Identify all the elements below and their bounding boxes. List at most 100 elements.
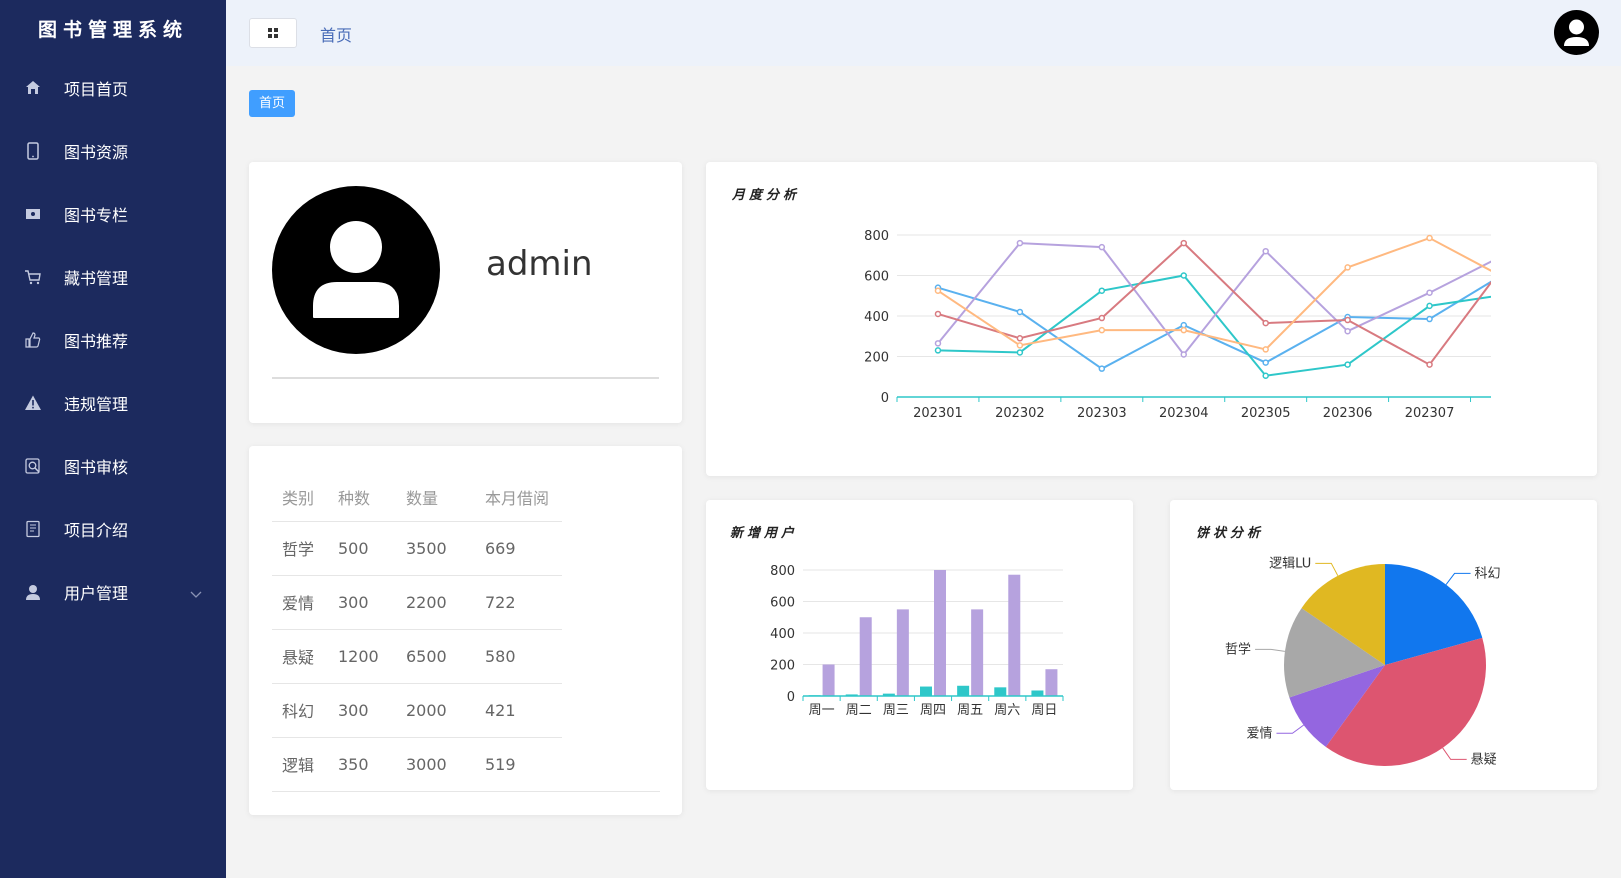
slice-label: 哲学 [1225, 641, 1251, 657]
stats-table: 类别 种数 数量 本月借阅 哲学 500 3500 669 爱情 300 2200 722 悬疑… [272, 473, 562, 791]
x-tick-label: 周五 [957, 703, 983, 718]
sidebar-item-label: 图书审核 [64, 457, 129, 477]
bar [822, 664, 835, 696]
table-cell: 300 [328, 682, 396, 737]
data-point [1262, 359, 1269, 366]
monthly-chart-card: 月度分析 0 200 400 600 800 202301 202302 202303 2023… [706, 162, 1597, 476]
table-header-row: 类别 种数 数量 本月借阅 [272, 473, 562, 521]
data-point [1426, 361, 1433, 368]
data-point [934, 310, 942, 318]
data-point [1426, 315, 1433, 323]
table-cell: 669 [475, 520, 562, 575]
data-point [1098, 365, 1106, 372]
x-tick-label: 周四 [920, 703, 946, 718]
profile-card: admin [249, 162, 682, 423]
stats-card: 类别 种数 数量 本月借阅 哲学 500 3500 669 爱情 300 2200 722 悬疑… [249, 446, 682, 815]
sidebar-item-book-resources[interactable]: 图书资源 [0, 119, 226, 182]
breadcrumb[interactable]: 首页 [320, 22, 352, 46]
label-leader-line [1442, 747, 1467, 760]
top-header: 首页 [226, 0, 1621, 66]
home-icon [24, 79, 42, 97]
grid-icon [268, 28, 278, 38]
data-point [1344, 361, 1351, 368]
sidebar-item-recommend[interactable]: 图书推荐 [0, 308, 226, 371]
x-tick-label: 202302 [995, 406, 1045, 421]
y-tick-label: 800 [770, 564, 795, 579]
table-row: 科幻 300 2000 421 [272, 682, 562, 737]
sidebar-item-label: 用户管理 [64, 583, 129, 603]
avatar[interactable] [1554, 10, 1599, 55]
collapse-menu-button[interactable] [249, 18, 297, 48]
search-doc-icon [24, 457, 42, 475]
y-tick-label: 600 [864, 270, 889, 285]
thumb-up-icon [24, 331, 42, 349]
bar [920, 686, 932, 696]
table-cell: 722 [475, 574, 562, 629]
table-cell: 1200 [328, 628, 396, 683]
table-cell: 2200 [396, 574, 475, 629]
column-header: 本月借阅 [485, 488, 550, 508]
table-cell: 哲学 [272, 520, 328, 575]
data-point [1509, 253, 1514, 258]
data-point [934, 347, 942, 354]
bar [1008, 574, 1021, 696]
sidebar-item-label: 项目介绍 [64, 520, 129, 540]
sidebar-item-book-columns[interactable]: 图书专栏 [0, 182, 226, 245]
notebook-icon [24, 520, 42, 538]
label-leader-line [1445, 572, 1471, 585]
profile-avatar [272, 186, 440, 354]
sidebar-item-intro[interactable]: 项目介绍 [0, 497, 226, 560]
data-point [1426, 302, 1433, 310]
user-avatar-icon [313, 221, 399, 318]
tab-home[interactable]: 首页 [249, 90, 296, 117]
x-tick-label: 周三 [883, 703, 909, 718]
sidebar-item-label: 项目首页 [64, 79, 129, 99]
slice-label: 悬疑 [1471, 751, 1497, 767]
sidebar-item-review[interactable]: 图书审核 [0, 434, 226, 497]
sidebar: 图书管理系统 项目首页 图书资源 图书专栏 藏书管理 图书推荐 违规管理 图书审核 项目介绍用… [0, 0, 226, 878]
data-point [1262, 247, 1269, 255]
chart-title: 月度分析 [732, 188, 801, 203]
sidebar-item-violations[interactable]: 违规管理 [0, 371, 226, 434]
table-cell: 580 [475, 628, 562, 683]
sidebar-item-label: 图书资源 [64, 142, 129, 162]
users-chart-card: 新增用户 0 200 400 600 800 周一 周二 周三 周四 周五 周六 周日 [706, 500, 1133, 790]
sidebar-item-label: 图书专栏 [64, 205, 129, 225]
pie-chart-card: 饼状分析 科幻 悬疑 爱情 哲学 逻辑LU [1170, 500, 1597, 790]
table-cell: 6500 [396, 628, 475, 683]
data-point [1262, 346, 1269, 353]
y-tick-label: 0 [787, 690, 795, 705]
y-tick-label: 600 [770, 596, 795, 611]
data-point [1180, 321, 1188, 329]
bar [859, 617, 872, 696]
table-cell: 科幻 [272, 682, 328, 737]
data-point [1509, 291, 1514, 296]
bar [1031, 690, 1044, 696]
table-cell: 逻辑 [272, 736, 328, 791]
x-tick-label: 202304 [1159, 406, 1209, 421]
table-row: 哲学 500 3500 669 [272, 520, 562, 575]
y-tick-label: 0 [881, 391, 889, 406]
y-tick-label: 400 [770, 627, 795, 642]
series-line [937, 274, 1491, 377]
sidebar-item-collection[interactable]: 藏书管理 [0, 245, 226, 308]
sidebar-item-users[interactable]: 用户管理 [0, 560, 226, 623]
data-point [1180, 326, 1188, 334]
data-point [1016, 349, 1024, 356]
chart-title: 新增用户 [730, 526, 799, 541]
data-point [1180, 239, 1188, 247]
data-point [1098, 314, 1106, 322]
column-header: 类别 [282, 488, 315, 508]
y-tick-label: 200 [770, 659, 795, 674]
data-point [934, 287, 942, 294]
data-point [1016, 335, 1024, 342]
y-tick-label: 200 [864, 351, 889, 366]
x-tick-label: 202303 [1077, 406, 1127, 421]
data-point [1509, 249, 1514, 254]
bar-chart: 0 200 400 600 800 周一 周二 周三 周四 周五 周六 周日 [770, 564, 1064, 718]
table-cell: 3500 [396, 520, 475, 575]
divider [272, 791, 660, 792]
column-header: 数量 [406, 488, 439, 508]
sidebar-item-home[interactable]: 项目首页 [0, 56, 226, 119]
cart-icon [24, 268, 42, 286]
